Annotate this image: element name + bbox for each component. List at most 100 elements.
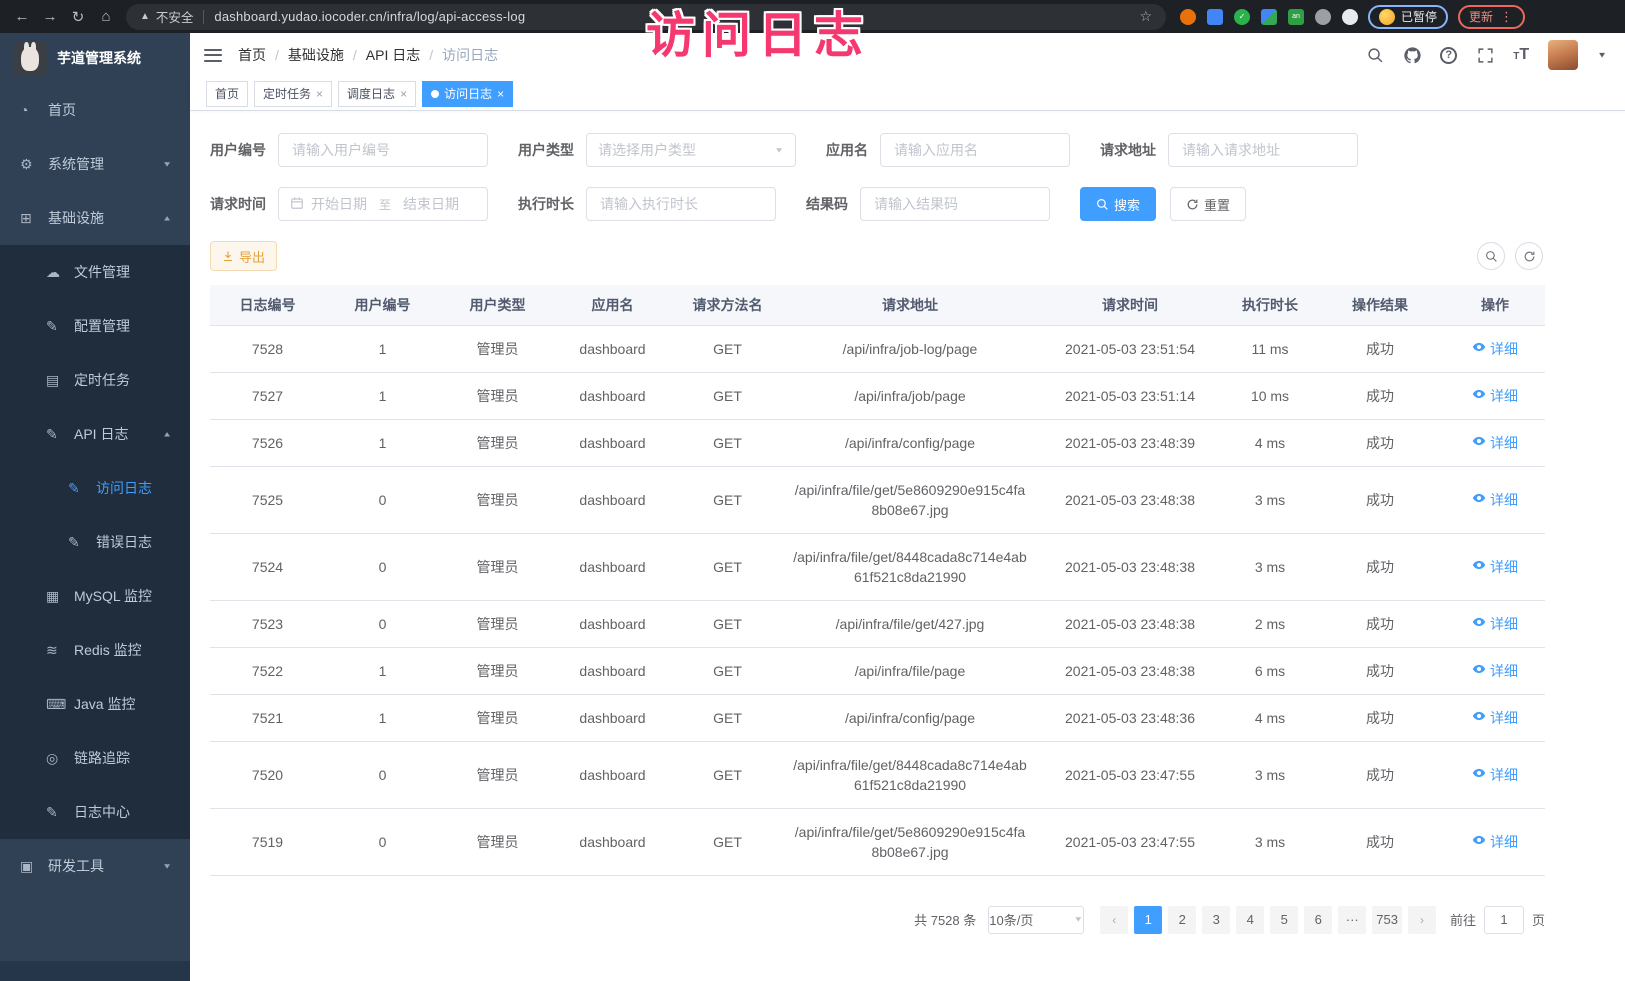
request-url-input[interactable] [1180,141,1346,159]
sidebar-item[interactable]: ▤定时任务 [0,353,190,407]
cell-request-time: 2021-05-03 23:51:14 [1035,372,1225,419]
collapse-sidebar-icon[interactable] [204,49,222,62]
detail-link[interactable]: 详细 [1472,765,1518,785]
breadcrumb-item[interactable]: 基础设施 [288,45,344,65]
security-warning-icon[interactable]: ▲ [140,11,150,22]
tab-item[interactable]: 首页 [206,81,248,107]
tab-close-icon[interactable]: × [316,87,323,101]
prev-page-button[interactable]: ‹ [1100,906,1128,934]
security-warning-label[interactable]: 不安全 [156,7,194,26]
next-page-button[interactable]: › [1408,906,1436,934]
url-text[interactable]: dashboard.yudao.iocoder.cn/infra/log/api… [214,9,525,24]
page-number-button[interactable]: 5 [1270,906,1298,934]
page-number-button[interactable]: 4 [1236,906,1264,934]
forward-icon[interactable]: → [36,8,64,25]
extension-icon-person[interactable] [1315,9,1331,25]
cell-app-name: dashboard [555,808,670,875]
cell-duration: 3 ms [1225,741,1315,808]
sidebar-item[interactable]: ▦MySQL 监控 [0,569,190,623]
sidebar-item[interactable]: ✎日志中心 [0,785,190,839]
duration-input[interactable] [598,195,764,213]
sidebar-item[interactable]: ✎配置管理 [0,299,190,353]
cell-user-type: 管理员 [440,647,555,694]
page-size-select[interactable]: 10条/页 ▼ [988,906,1084,934]
user-type-select[interactable]: 请选择用户类型 ▼ [586,133,796,167]
sidebar-item[interactable]: ⚙系统管理▼ [0,137,190,191]
tab-close-icon[interactable]: × [497,87,504,101]
detail-link[interactable]: 详细 [1472,433,1518,453]
extension-icon-green-check[interactable]: ✓ [1234,9,1250,25]
cell-method: GET [670,533,785,600]
detail-link[interactable]: 详细 [1472,661,1518,681]
page-number-button[interactable]: 6 [1304,906,1332,934]
detail-link[interactable]: 详细 [1472,557,1518,577]
chrome-update-pill[interactable]: 更新 ⋮ [1458,5,1525,29]
detail-link[interactable]: 详细 [1472,386,1518,406]
cell-request-time: 2021-05-03 23:47:55 [1035,741,1225,808]
page-number-button[interactable]: 3 [1202,906,1230,934]
chrome-menu-icon[interactable]: ⋮ [1500,9,1514,25]
result-code-input[interactable] [872,195,1038,213]
sidebar-item[interactable]: ✎API 日志▲ [0,407,190,461]
tab-item[interactable]: 调度日志× [338,81,416,107]
tab-item[interactable]: 定时任务× [254,81,332,107]
app-logo-row[interactable]: 芋道管理系统 [0,33,190,83]
detail-link[interactable]: 详细 [1472,339,1518,359]
sidebar-item[interactable]: ≋Redis 监控 [0,623,190,677]
page-number-button[interactable]: 753 [1372,906,1402,934]
page-number-button[interactable]: 2 [1168,906,1196,934]
user-avatar[interactable] [1548,40,1578,70]
detail-link[interactable]: 详细 [1472,614,1518,634]
profile-paused-pill[interactable]: 已暂停 [1368,5,1448,29]
search-icon[interactable] [1366,46,1384,64]
extension-icon-puzzle[interactable] [1342,9,1358,25]
table-row: 75221管理员dashboardGET/api/infra/file/page… [210,647,1545,694]
refresh-circle-button[interactable] [1515,242,1543,270]
search-button[interactable]: 搜索 [1080,187,1156,221]
reset-button[interactable]: 重置 [1170,187,1246,221]
docs-help-icon[interactable]: ? [1440,47,1457,64]
breadcrumb-item[interactable]: API 日志 [366,45,420,65]
sidebar: 芋道管理系统 ◔首页⚙系统管理▼⊞基础设施▲☁文件管理✎配置管理▤定时任务✎AP… [0,33,190,981]
bookmark-star-icon[interactable]: ☆ [1139,8,1152,25]
export-button[interactable]: 导出 [210,241,277,271]
sidebar-item[interactable]: ✎错误日志 [0,515,190,569]
fullscreen-icon[interactable] [1476,46,1494,64]
sidebar-item[interactable]: ☁文件管理 [0,245,190,299]
cell-result: 成功 [1315,647,1445,694]
home-browser-icon[interactable]: ⌂ [92,8,120,25]
cell-user-id: 0 [325,533,440,600]
back-icon[interactable]: ← [8,8,36,25]
extension-icon-shield[interactable] [1207,9,1223,25]
tab-close-icon[interactable]: × [400,87,407,101]
font-size-icon[interactable]: TT [1513,46,1529,64]
extension-icon-orange[interactable] [1180,9,1196,25]
goto-page-input[interactable] [1484,906,1524,934]
tab-active[interactable]: 访问日志× [422,81,513,107]
address-bar[interactable]: ▲ 不安全 dashboard.yudao.iocoder.cn/infra/l… [126,4,1166,30]
redis-monitor-icon: ≋ [46,642,68,659]
cell-log-id: 7520 [210,741,325,808]
avatar-caret-down-icon[interactable]: ▼ [1597,51,1607,60]
sidebar-item[interactable]: ◔首页 [0,83,190,137]
toggle-search-circle-button[interactable] [1477,242,1505,270]
user-id-input[interactable] [290,141,476,159]
sidebar-item[interactable]: ⌨Java 监控 [0,677,190,731]
app-name-input[interactable] [892,141,1058,159]
cell-request-time: 2021-05-03 23:48:39 [1035,419,1225,466]
date-range-picker[interactable]: 开始日期 至 结束日期 [278,187,488,221]
detail-link[interactable]: 详细 [1472,708,1518,728]
extension-icon-translate[interactable]: an [1288,9,1304,25]
detail-link[interactable]: 详细 [1472,490,1518,510]
sidebar-item[interactable]: ⊞基础设施▲ [0,191,190,245]
sidebar-item[interactable]: ✎访问日志 [0,461,190,515]
reload-icon[interactable]: ↻ [64,8,92,26]
github-icon[interactable] [1403,46,1421,64]
sidebar-item[interactable]: ◎链路追踪 [0,731,190,785]
cell-result: 成功 [1315,808,1445,875]
page-number-button[interactable]: 1 [1134,906,1162,934]
sidebar-item[interactable]: ▣研发工具▼ [0,839,190,893]
extension-icon-grid[interactable] [1261,9,1277,25]
detail-link[interactable]: 详细 [1472,832,1518,852]
breadcrumb-item[interactable]: 首页 [238,45,266,65]
